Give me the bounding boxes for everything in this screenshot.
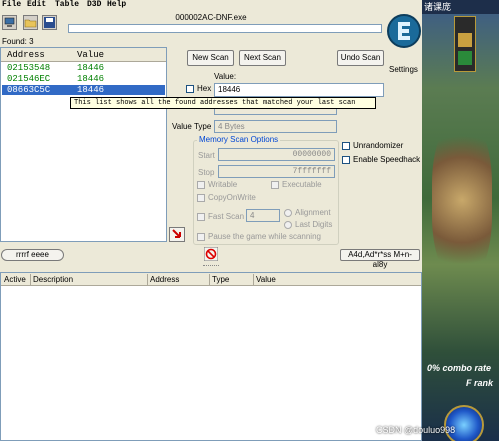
row-value: 18446 xyxy=(77,74,105,84)
executable-label: Executable xyxy=(282,180,322,189)
prohibition-icon xyxy=(203,246,219,262)
start-label: Start xyxy=(198,151,215,160)
found-row[interactable]: 02153548 18446 xyxy=(2,63,165,73)
enable-speedhack-checkbox[interactable] xyxy=(342,156,350,164)
watermark-text: CSDN @douluo998 xyxy=(376,425,456,435)
new-scan-button[interactable]: New Scan xyxy=(187,50,234,66)
fast-scan-input[interactable]: 4 xyxy=(246,209,280,222)
pause-game-label: Pause the game while scanning xyxy=(208,232,321,241)
executable-checkbox[interactable] xyxy=(271,181,279,189)
game-item-slots xyxy=(454,16,476,72)
found-list-tooltip: This list shows all the found addresses … xyxy=(70,97,376,109)
menu-help[interactable]: Help xyxy=(107,0,126,9)
hex-checkbox[interactable] xyxy=(186,85,194,93)
stop-label: Stop xyxy=(198,168,215,177)
copyonwrite-label: CopyOnWrite xyxy=(208,193,256,202)
hex-label: Hex xyxy=(197,84,212,93)
process-title: 000002AC-DNF.exe xyxy=(175,13,247,22)
settings-label[interactable]: Settings xyxy=(389,65,418,74)
menu-d3d[interactable]: D3D xyxy=(87,0,101,9)
game-window-background: 诸课庞 0% combo rate F rank xyxy=(422,0,499,441)
pause-game-checkbox[interactable] xyxy=(197,233,205,241)
column-active[interactable]: Active xyxy=(4,275,26,284)
found-list-header: Address Value xyxy=(1,48,166,62)
row-value: 18446 xyxy=(77,63,105,73)
item-slot xyxy=(458,33,472,47)
scan-progress-bar xyxy=(68,24,382,33)
value-label: Value: xyxy=(214,72,237,81)
writable-label: Writable xyxy=(208,180,238,189)
add-to-list-button[interactable] xyxy=(169,227,185,242)
unrandomizer-checkbox[interactable] xyxy=(342,142,350,150)
value-input[interactable]: 18446 xyxy=(214,83,384,97)
column-value[interactable]: Value xyxy=(77,50,104,60)
unrandomizer-label: Unrandomizer xyxy=(353,141,404,150)
menu-table[interactable]: Table xyxy=(55,0,79,9)
column-type[interactable]: Type xyxy=(212,275,229,284)
cheat-table-list[interactable]: Active Description Address Type Value xyxy=(0,272,422,441)
last-digits-radio[interactable] xyxy=(284,221,292,229)
copyonwrite-checkbox[interactable] xyxy=(197,194,205,202)
found-row-selected[interactable]: 08663C5C 18446 xyxy=(2,85,165,95)
row-address: 02153548 xyxy=(7,63,51,73)
splitter-handle[interactable] xyxy=(203,265,219,268)
value-type-select[interactable]: 4 Bytes xyxy=(214,120,337,133)
combo-rate-text: 0% combo rate xyxy=(427,363,492,373)
memory-view-button[interactable]: rrrrf eeee xyxy=(1,249,64,261)
value-type-label: Value Type xyxy=(172,122,212,131)
fast-scan-label: Fast Scan xyxy=(208,212,245,221)
alignment-radio[interactable] xyxy=(284,209,292,217)
add-address-manually-button[interactable]: A4d,Ad*r*ss M+n-al8y xyxy=(340,249,420,269)
cheat-engine-logo[interactable] xyxy=(385,12,423,50)
column-value[interactable]: Value xyxy=(256,275,276,284)
last-digits-label: Last Digits xyxy=(295,220,333,229)
found-addresses-list[interactable]: Address Value 02153548 18446 021546EC 18… xyxy=(0,47,167,242)
rank-text: F rank xyxy=(466,378,494,388)
menu-bar: File Edit Table D3D Help xyxy=(0,0,422,12)
next-scan-button[interactable]: Next Scan xyxy=(239,50,286,66)
column-address[interactable]: Address xyxy=(150,275,179,284)
start-address-input[interactable]: 00000000 xyxy=(218,148,335,161)
row-value: 18446 xyxy=(77,85,105,95)
memory-scan-options-title: Memory Scan Options xyxy=(197,135,281,144)
column-description[interactable]: Description xyxy=(33,275,73,284)
column-address[interactable]: Address xyxy=(7,50,45,60)
found-row[interactable]: 021546EC 18446 xyxy=(2,74,165,84)
cheat-table-header: Active Description Address Type Value xyxy=(1,273,421,286)
menu-file[interactable]: File xyxy=(2,0,21,9)
row-address: 08663C5C xyxy=(7,85,51,95)
stop-scan-button[interactable] xyxy=(203,246,219,262)
row-address: 021546EC xyxy=(7,74,51,84)
enable-speedhack-label: Enable Speedhack xyxy=(353,155,421,164)
writable-checkbox[interactable] xyxy=(197,181,205,189)
alignment-label: Alignment xyxy=(295,208,331,217)
undo-scan-button[interactable]: Undo Scan xyxy=(337,50,384,66)
character-sprite xyxy=(432,120,492,280)
mana-orb xyxy=(444,405,484,441)
found-count: Found: 3 xyxy=(2,37,34,46)
item-slot xyxy=(458,51,472,65)
red-arrow-icon xyxy=(172,229,181,238)
game-title: 诸课庞 xyxy=(422,0,499,14)
menu-edit[interactable]: Edit xyxy=(27,0,46,9)
stop-address-input[interactable]: 7fffffff xyxy=(218,165,335,178)
fast-scan-checkbox[interactable] xyxy=(197,213,205,221)
